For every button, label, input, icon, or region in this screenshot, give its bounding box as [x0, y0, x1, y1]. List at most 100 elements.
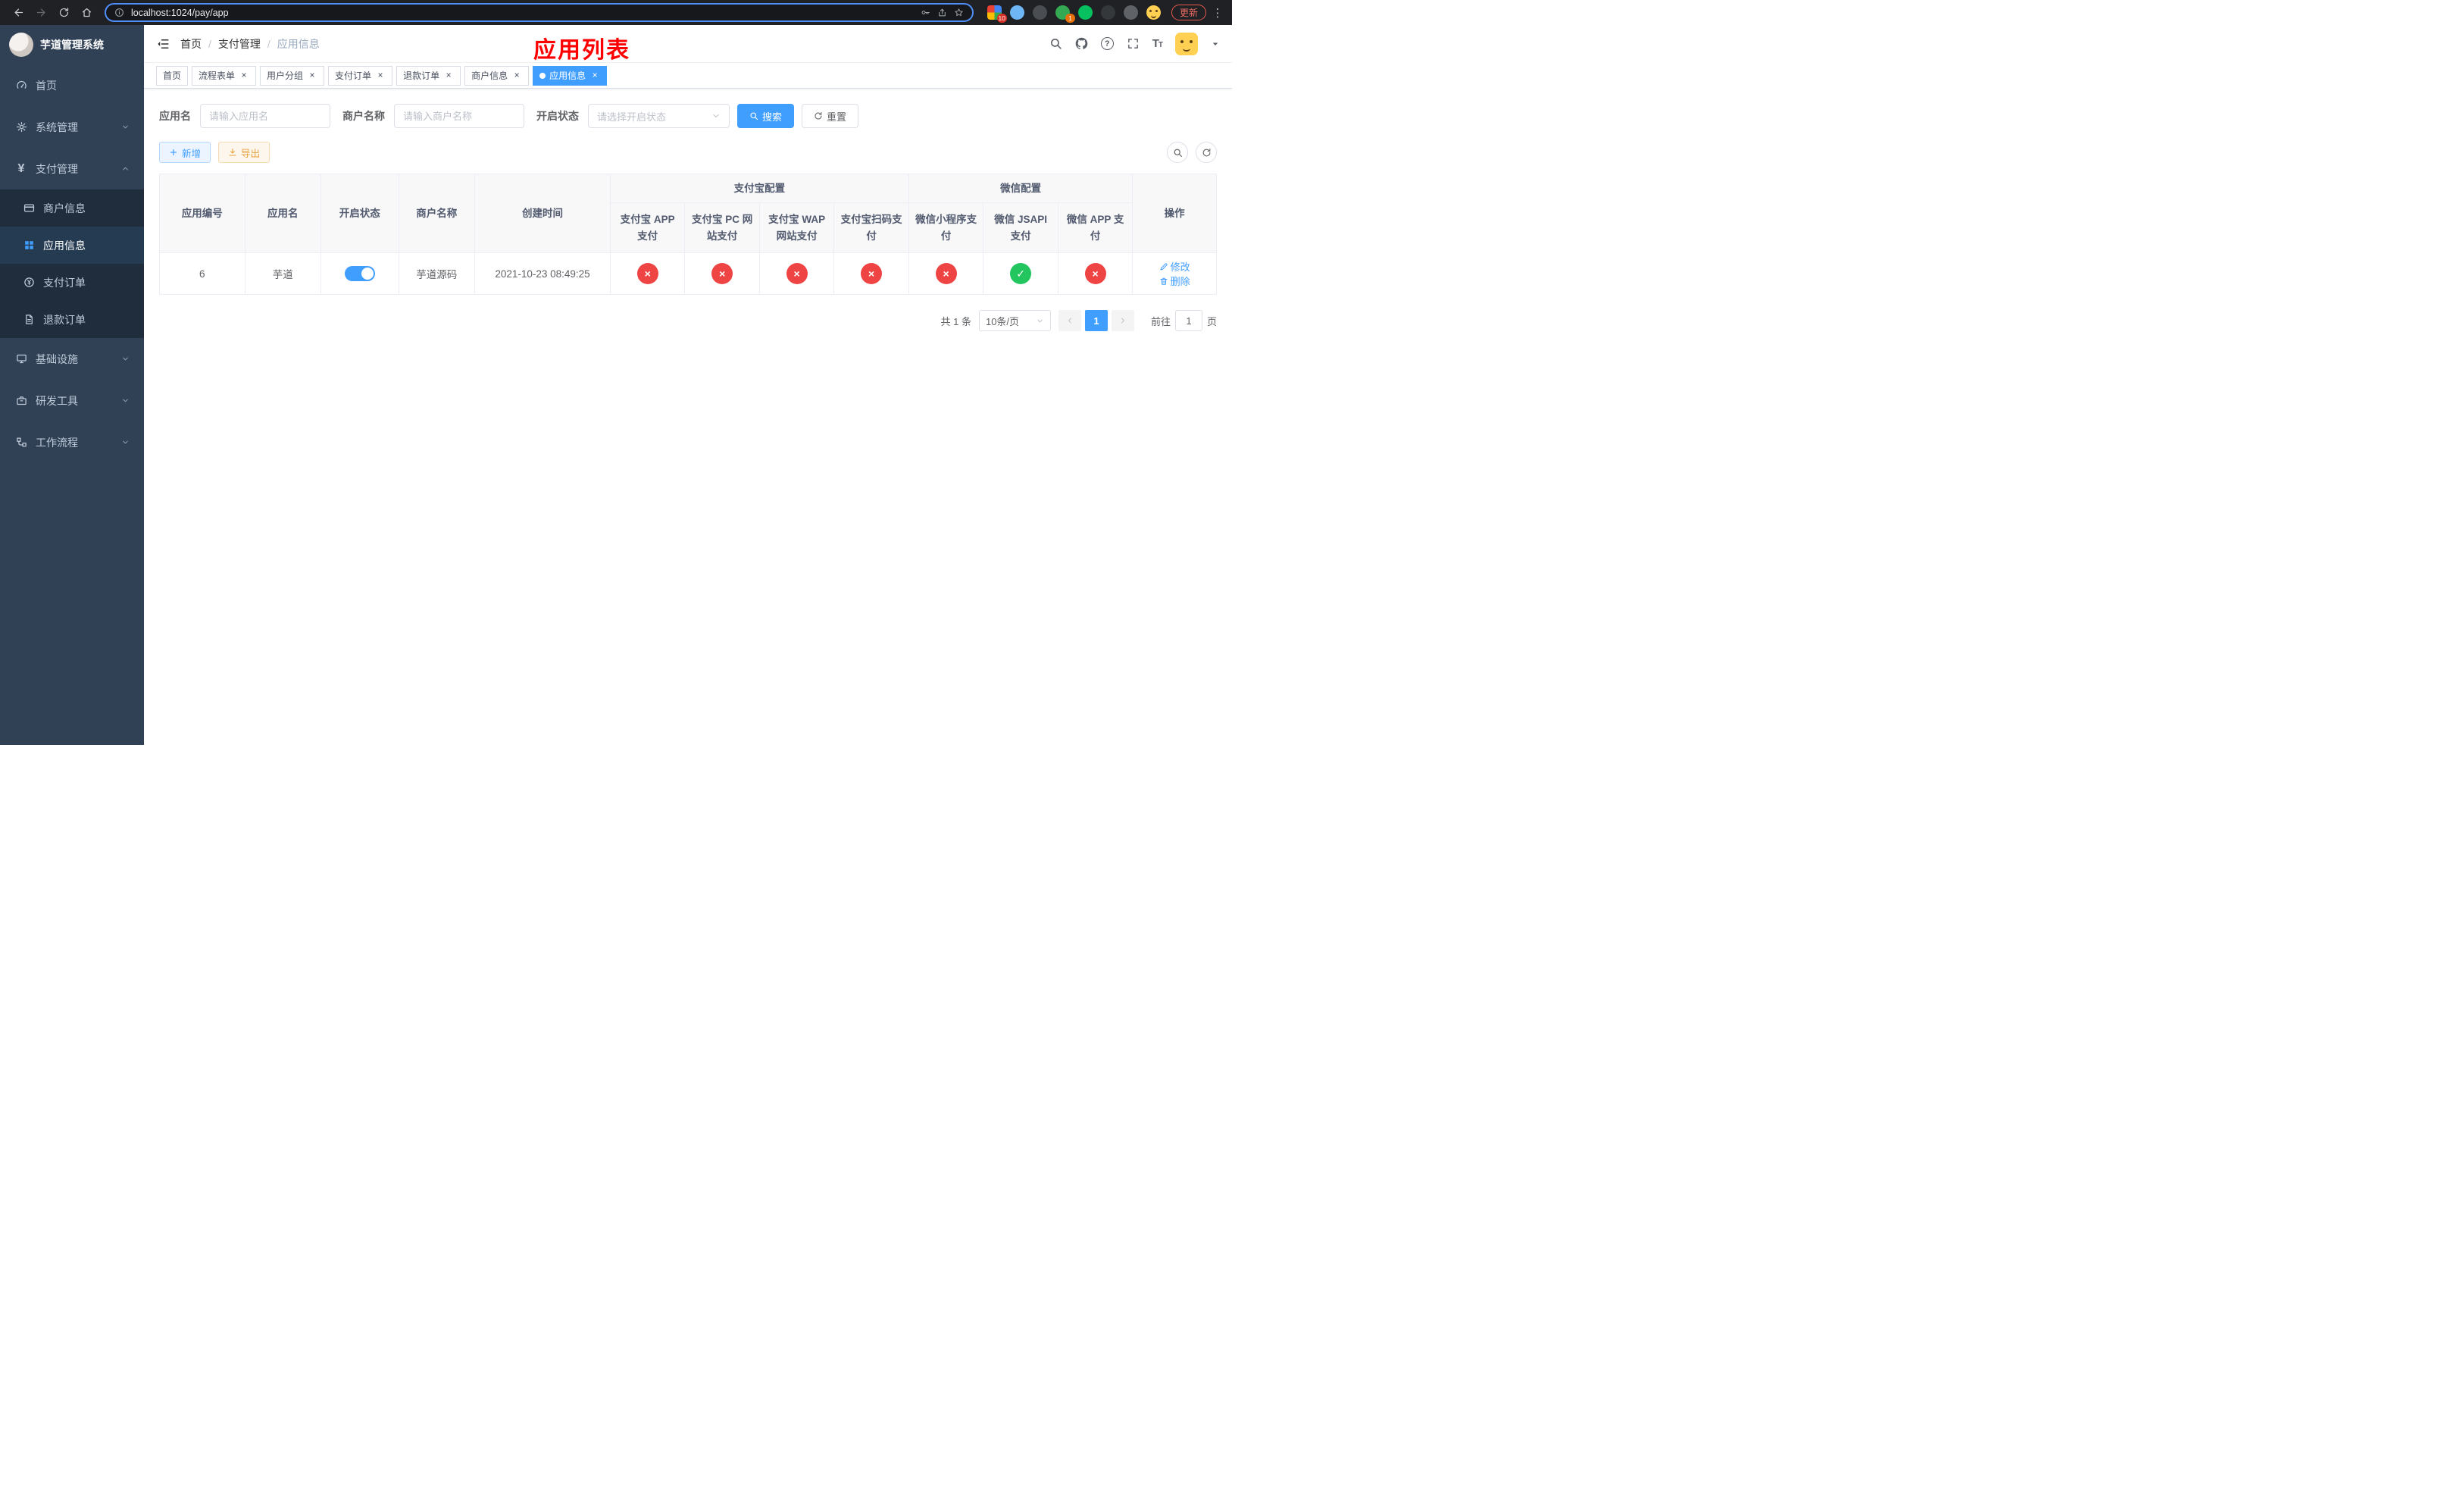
status-cross-icon: ×	[935, 263, 957, 284]
add-button[interactable]: 新增	[159, 142, 211, 163]
close-icon[interactable]: ×	[589, 70, 600, 81]
tab-user-group[interactable]: 用户分组 ×	[260, 65, 325, 86]
dark-extension-2-icon[interactable]	[1100, 5, 1115, 20]
tab-process-form[interactable]: 流程表单 ×	[192, 65, 257, 86]
sidebar-item-home[interactable]: 首页	[0, 64, 144, 106]
delete-icon	[1159, 277, 1168, 286]
tab-app-info[interactable]: 应用信息 ×	[533, 65, 608, 86]
sidebar-item-merchant-info[interactable]: 商户信息	[0, 189, 144, 227]
star-icon[interactable]	[954, 8, 964, 17]
close-icon[interactable]: ×	[443, 70, 454, 81]
close-icon[interactable]: ×	[239, 70, 249, 81]
status-select[interactable]: 请选择开启状态	[588, 104, 730, 128]
navbar-actions: ? TT	[1049, 32, 1220, 55]
sidebar-item-infrastructure[interactable]: 基础设施	[0, 338, 144, 380]
address-bar[interactable]: localhost:1024/pay/app	[105, 3, 974, 22]
browser-chrome: localhost:1024/pay/app 10 1 更新 ⋮	[0, 0, 1232, 25]
sidebar-item-label: 应用信息	[43, 239, 86, 252]
profile-avatar-face[interactable]	[1146, 5, 1161, 20]
share-icon[interactable]	[937, 8, 947, 17]
delete-button[interactable]: 删除	[1159, 274, 1190, 288]
info-icon[interactable]	[114, 8, 124, 17]
devtools-icon	[14, 395, 28, 406]
export-button[interactable]: 导出	[218, 142, 270, 163]
sidebar-item-payment[interactable]: ¥ 支付管理	[0, 148, 144, 189]
sidebar-item-system[interactable]: 系统管理	[0, 106, 144, 148]
cell-alipay-qr: ×	[833, 252, 909, 295]
sidebar-item-devtools[interactable]: 研发工具	[0, 380, 144, 421]
reset-button-label: 重置	[827, 111, 847, 123]
github-icon[interactable]	[1075, 37, 1088, 50]
back-icon[interactable]	[8, 2, 29, 23]
merchant-card-icon	[22, 202, 36, 214]
key-icon[interactable]	[921, 8, 930, 17]
tab-home[interactable]: 首页	[156, 65, 189, 86]
sidebar-item-label: 系统管理	[36, 121, 78, 133]
kebab-menu-icon[interactable]: ⋮	[1211, 6, 1224, 20]
merchant-name-input[interactable]	[394, 104, 524, 128]
sidebar-item-label: 退款订单	[43, 313, 86, 326]
search-button[interactable]: 搜索	[737, 104, 795, 128]
sidebar-item-workflow[interactable]: 工作流程	[0, 421, 144, 463]
green-extension-icon[interactable]: 1	[1055, 5, 1075, 23]
goto-page-input[interactable]	[1174, 310, 1202, 331]
user-avatar[interactable]	[1175, 32, 1198, 55]
tab-merchant-info[interactable]: 商户信息 ×	[464, 65, 530, 86]
tab-label: 支付订单	[335, 70, 372, 81]
search-toggle-icon[interactable]	[1167, 142, 1188, 163]
page-size-select[interactable]: 10条/页	[978, 310, 1051, 331]
status-toggle[interactable]	[344, 266, 375, 281]
blue-extension-icon[interactable]	[1009, 5, 1024, 20]
close-icon[interactable]: ×	[307, 70, 317, 81]
edit-button[interactable]: 修改	[1159, 259, 1190, 274]
reload-icon[interactable]	[53, 2, 74, 23]
sidebar-item-pay-order[interactable]: 支付订单	[0, 264, 144, 301]
logo-title: 芋道管理系统	[40, 39, 104, 51]
sidebar-item-refund-order[interactable]: 退款订单	[0, 301, 144, 338]
cell-app-name: 芋道	[244, 252, 322, 295]
tab-refund-order[interactable]: 退款订单 ×	[396, 65, 461, 86]
app-name-input[interactable]	[200, 104, 330, 128]
dark-extension-icon[interactable]	[1032, 5, 1047, 20]
fullscreen-icon[interactable]	[1127, 37, 1140, 50]
home-icon[interactable]	[76, 2, 97, 23]
close-icon[interactable]: ×	[511, 70, 522, 81]
fold-menu-icon[interactable]	[156, 37, 170, 51]
refresh-icon	[814, 111, 823, 121]
tab-pay-order[interactable]: 支付订单 ×	[328, 65, 393, 86]
gray-extension-icon[interactable]	[1123, 5, 1138, 20]
cell-created: 2021-10-23 08:49:25	[474, 252, 611, 295]
sidebar-item-label: 支付订单	[43, 276, 86, 289]
font-size-icon[interactable]: TT	[1152, 37, 1163, 50]
colorful-grid-extension-icon[interactable]: 10	[987, 5, 1007, 23]
app-table: 应用编号 应用名 开启状态 商户名称 创建时间 支付宝配置 微信配置 操作 支付…	[159, 174, 1217, 295]
reset-button[interactable]: 重置	[802, 104, 859, 128]
breadcrumb-payment[interactable]: 支付管理	[218, 36, 261, 52]
column-header-alipay-pc: 支付宝 PC 网站支付	[684, 202, 760, 253]
refresh-icon[interactable]	[1196, 142, 1217, 163]
close-icon[interactable]: ×	[375, 70, 386, 81]
table-toolbar: 新增 导出	[159, 142, 1217, 163]
caret-down-icon[interactable]	[1211, 39, 1220, 49]
help-icon[interactable]: ?	[1100, 37, 1114, 50]
status-cross-icon: ×	[786, 263, 808, 284]
next-page-button[interactable]	[1111, 310, 1134, 331]
cell-wechat-app: ×	[1057, 252, 1134, 295]
chevron-up-icon	[121, 164, 130, 173]
dashboard-icon	[14, 80, 28, 91]
update-button[interactable]: 更新	[1171, 5, 1206, 20]
prev-page-button[interactable]	[1058, 310, 1081, 331]
cell-actions: 修改 删除	[1132, 252, 1217, 295]
column-header-actions: 操作	[1132, 174, 1217, 253]
breadcrumb-home[interactable]: 首页	[180, 36, 202, 52]
wechat-devtools-extension-icon[interactable]	[1077, 5, 1093, 20]
edit-label: 修改	[1170, 261, 1190, 273]
plus-icon	[169, 148, 178, 157]
sidebar-item-app-info[interactable]: 应用信息	[0, 227, 144, 264]
search-icon[interactable]	[1049, 37, 1062, 50]
page-number-button[interactable]: 1	[1084, 310, 1108, 331]
status-cross-icon: ×	[711, 263, 733, 284]
chevron-down-icon	[1036, 317, 1044, 325]
sidebar-item-label: 支付管理	[36, 162, 78, 175]
forward-icon[interactable]	[30, 2, 52, 23]
